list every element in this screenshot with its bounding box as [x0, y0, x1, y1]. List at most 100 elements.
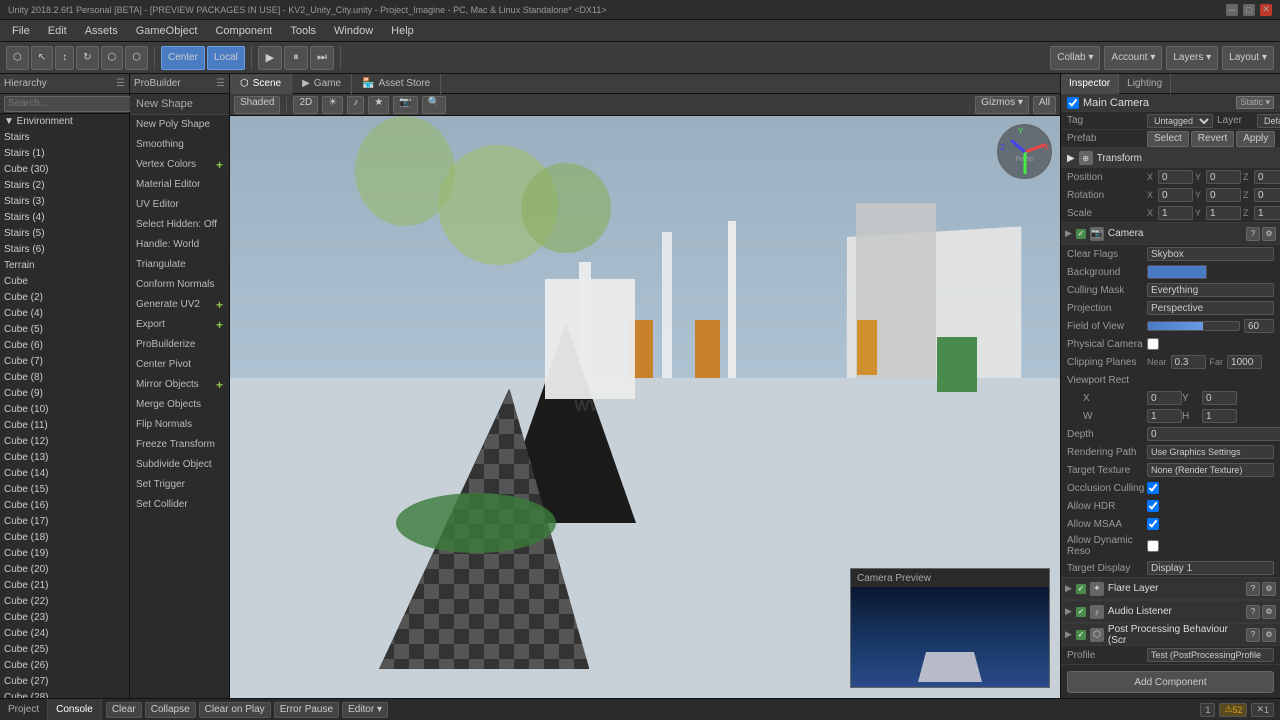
tab-scene[interactable]: ⬡ Scene	[230, 74, 292, 94]
hierarchy-item-28[interactable]: Cube (20)	[0, 562, 129, 578]
menu-item-help[interactable]: Help	[383, 23, 422, 39]
menu-item-component[interactable]: Component	[207, 23, 280, 39]
target-texture-select[interactable]: None (Render Texture)	[1147, 463, 1274, 477]
minimize-button[interactable]: ─	[1226, 4, 1238, 16]
layout-button[interactable]: Layout ▾	[1222, 46, 1274, 70]
pb-item-8[interactable]: Triangulate	[130, 255, 229, 275]
hierarchy-item-35[interactable]: Cube (27)	[0, 674, 129, 690]
menu-item-window[interactable]: Window	[326, 23, 381, 39]
flare-toggle[interactable]: ✓	[1076, 584, 1086, 594]
revert-button[interactable]: Revert	[1191, 131, 1234, 147]
pb-item-7[interactable]: Handle: World	[130, 235, 229, 255]
pb-item-2[interactable]: Smoothing	[130, 135, 229, 155]
hierarchy-item-10[interactable]: Cube	[0, 274, 129, 290]
transform-tool-3[interactable]: ↕	[55, 46, 74, 70]
hierarchy-item-6[interactable]: Stairs (4)	[0, 210, 129, 226]
far-input[interactable]: 1000	[1227, 355, 1262, 369]
background-color-swatch[interactable]	[1147, 265, 1207, 279]
step-button[interactable]: ⏭	[310, 46, 334, 70]
hierarchy-item-15[interactable]: Cube (7)	[0, 354, 129, 370]
hierarchy-item-20[interactable]: Cube (12)	[0, 434, 129, 450]
pb-item-3[interactable]: Vertex Colors+	[130, 155, 229, 175]
occlusion-checkbox[interactable]	[1147, 482, 1159, 494]
pb-item-1[interactable]: New Poly Shape	[130, 115, 229, 135]
menu-item-tools[interactable]: Tools	[282, 23, 324, 39]
pb-item-10[interactable]: Generate UV2+	[130, 295, 229, 315]
hierarchy-item-3[interactable]: Cube (30)	[0, 162, 129, 178]
play-button[interactable]: ▶	[258, 46, 282, 70]
hierarchy-options[interactable]: ☰	[116, 78, 125, 89]
hierarchy-item-24[interactable]: Cube (16)	[0, 498, 129, 514]
hierarchy-search-input[interactable]	[4, 96, 144, 112]
menu-item-file[interactable]: File	[4, 23, 38, 39]
hierarchy-item-22[interactable]: Cube (14)	[0, 466, 129, 482]
pb-item-4[interactable]: Material Editor	[130, 175, 229, 195]
vp-x-input[interactable]: 0	[1147, 391, 1182, 405]
pb-item-5[interactable]: UV Editor	[130, 195, 229, 215]
pb-item-20[interactable]: Set Collider	[130, 495, 229, 515]
pp-settings-btn[interactable]: ⚙	[1262, 628, 1276, 642]
hdr-checkbox[interactable]	[1147, 500, 1159, 512]
hierarchy-item-0[interactable]: ▼ Environment	[0, 114, 129, 130]
pb-item-15[interactable]: Merge Objects	[130, 395, 229, 415]
hierarchy-item-32[interactable]: Cube (24)	[0, 626, 129, 642]
2d-button[interactable]: 2D	[293, 96, 318, 114]
hierarchy-item-34[interactable]: Cube (26)	[0, 658, 129, 674]
lighting-toggle[interactable]: ☀	[322, 96, 343, 114]
close-button[interactable]: ✕	[1260, 4, 1272, 16]
vp-w-input[interactable]: 1	[1147, 409, 1182, 423]
hierarchy-item-18[interactable]: Cube (10)	[0, 402, 129, 418]
rot-y-input[interactable]	[1206, 188, 1241, 202]
collab-button[interactable]: Collab ▾	[1050, 46, 1100, 70]
hierarchy-item-29[interactable]: Cube (21)	[0, 578, 129, 594]
hierarchy-item-14[interactable]: Cube (6)	[0, 338, 129, 354]
hierarchy-item-1[interactable]: Stairs	[0, 130, 129, 146]
fov-slider[interactable]	[1147, 321, 1240, 331]
tab-console[interactable]: Console	[48, 699, 102, 720]
physical-checkbox[interactable]	[1147, 338, 1159, 350]
hierarchy-item-9[interactable]: Terrain	[0, 258, 129, 274]
account-button[interactable]: Account ▾	[1104, 46, 1162, 70]
pos-z-input[interactable]: 0	[1254, 170, 1280, 184]
hierarchy-item-25[interactable]: Cube (17)	[0, 514, 129, 530]
hierarchy-item-12[interactable]: Cube (4)	[0, 306, 129, 322]
hierarchy-item-26[interactable]: Cube (18)	[0, 530, 129, 546]
pb-item-9[interactable]: Conform Normals	[130, 275, 229, 295]
fx-toggle[interactable]: ★	[368, 96, 389, 114]
collapse-button[interactable]: Collapse	[145, 702, 196, 718]
pb-item-19[interactable]: Set Trigger	[130, 475, 229, 495]
layer-select[interactable]: Default	[1257, 114, 1280, 128]
hierarchy-item-31[interactable]: Cube (23)	[0, 610, 129, 626]
pb-item-13[interactable]: Center Pivot	[130, 355, 229, 375]
fov-input[interactable]: 60	[1244, 319, 1274, 333]
scene-viewport[interactable]: X Y Z Persp Camera Preview	[230, 116, 1060, 698]
audio-toggle[interactable]: ✓	[1076, 607, 1086, 617]
rot-x-input[interactable]	[1158, 188, 1193, 202]
menu-item-edit[interactable]: Edit	[40, 23, 75, 39]
audio-help-btn[interactable]: ?	[1246, 605, 1260, 619]
scl-y-input[interactable]	[1206, 206, 1241, 220]
clear-on-play-button[interactable]: Clear on Play	[199, 702, 271, 718]
static-badge[interactable]: Static ▾	[1236, 96, 1274, 109]
hierarchy-item-17[interactable]: Cube (9)	[0, 386, 129, 402]
tab-game[interactable]: ▶ Game	[292, 74, 352, 94]
tab-lighting[interactable]: Lighting	[1119, 74, 1171, 94]
hierarchy-item-33[interactable]: Cube (25)	[0, 642, 129, 658]
apply-button[interactable]: Apply	[1236, 131, 1275, 147]
pb-item-16[interactable]: Flip Normals	[130, 415, 229, 435]
gizmos-button[interactable]: Gizmos ▾	[975, 96, 1029, 114]
pb-item-11[interactable]: Export+	[130, 315, 229, 335]
hierarchy-item-21[interactable]: Cube (13)	[0, 450, 129, 466]
space-button[interactable]: Local	[207, 46, 245, 70]
profile-select[interactable]: Test (PostProcessingProfile	[1147, 648, 1274, 662]
vp-y-input[interactable]: 0	[1202, 391, 1237, 405]
hierarchy-item-30[interactable]: Cube (22)	[0, 594, 129, 610]
tag-select[interactable]: Untagged	[1147, 114, 1213, 128]
hierarchy-item-19[interactable]: Cube (11)	[0, 418, 129, 434]
pb-item-12[interactable]: ProBuilderize	[130, 335, 229, 355]
hierarchy-item-5[interactable]: Stairs (3)	[0, 194, 129, 210]
transform-tool-1[interactable]: ⬡	[6, 46, 29, 70]
dynamic-res-checkbox[interactable]	[1147, 540, 1159, 552]
hierarchy-item-7[interactable]: Stairs (5)	[0, 226, 129, 242]
depth-input[interactable]: 0	[1147, 427, 1280, 441]
